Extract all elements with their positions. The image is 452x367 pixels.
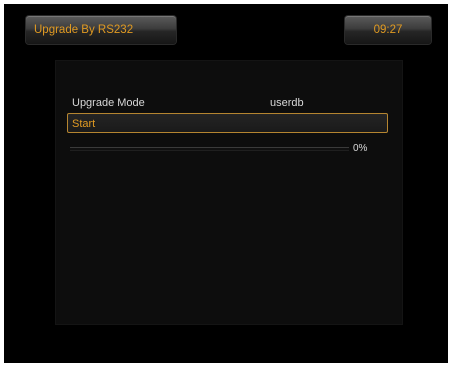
start-button[interactable]: Start (67, 113, 388, 133)
progress-bar (70, 147, 349, 151)
upgrade-mode-row[interactable]: Upgrade Mode userdb (72, 95, 392, 111)
upgrade-mode-label: Upgrade Mode (72, 97, 145, 109)
upgrade-mode-value[interactable]: userdb (270, 95, 304, 111)
upgrade-panel: Upgrade Mode userdb Start 0% (56, 61, 402, 324)
progress-percent: 0% (353, 143, 368, 154)
upgrade-screen: Upgrade By RS232 09:27 Upgrade Mode user… (4, 4, 448, 363)
clock: 09:27 (345, 16, 431, 44)
screen-title: Upgrade By RS232 (26, 16, 176, 44)
